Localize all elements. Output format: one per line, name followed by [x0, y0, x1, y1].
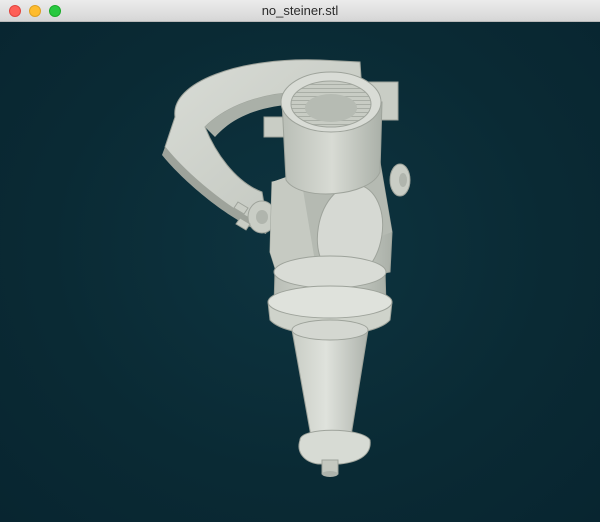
app-window: no_steiner.stl — [0, 0, 600, 522]
3d-viewport[interactable] — [0, 22, 600, 522]
right-pivot — [389, 163, 411, 197]
foot-base — [298, 429, 371, 477]
stl-model-render[interactable] — [0, 22, 600, 522]
tapered-cone — [291, 319, 369, 443]
window-title: no_steiner.stl — [261, 3, 339, 18]
title-bar[interactable]: no_steiner.stl — [0, 0, 600, 22]
